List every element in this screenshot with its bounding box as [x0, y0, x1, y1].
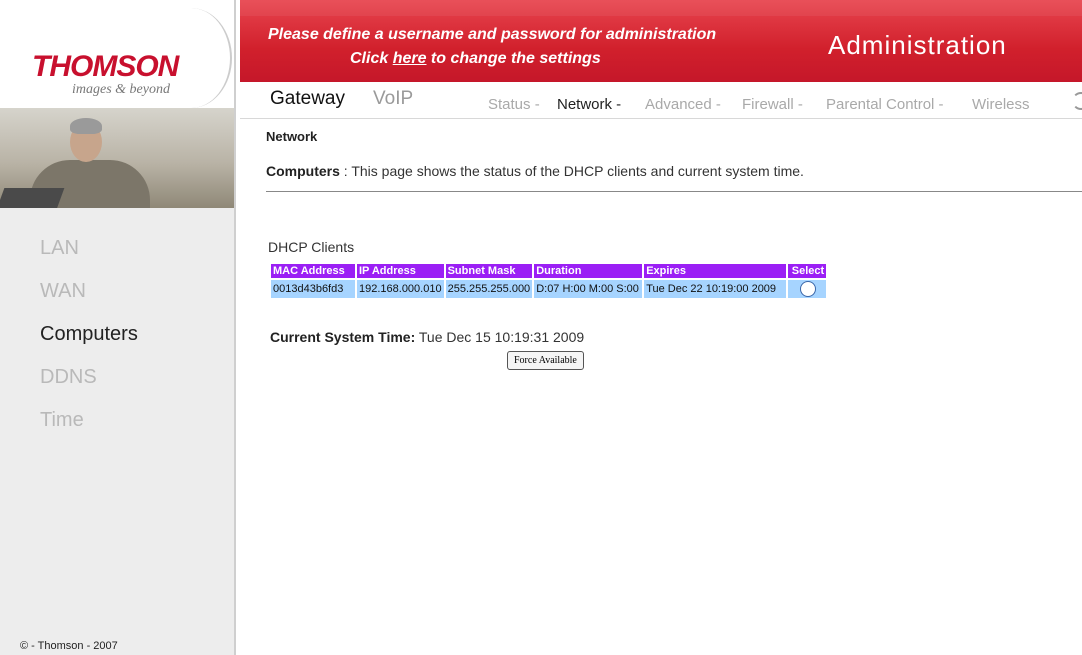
sidebar: THOMSON images & beyond LAN WAN Computer…: [0, 0, 235, 655]
cell-duration: D:07 H:00 M:00 S:00: [534, 280, 643, 298]
sidebar-item-computers[interactable]: Computers: [40, 322, 138, 365]
side-nav: LAN WAN Computers DDNS Time: [40, 236, 138, 451]
photo-hair: [70, 118, 102, 134]
sidebar-item-wan[interactable]: WAN: [40, 279, 138, 322]
banner-message: Please define a username and password fo…: [268, 26, 717, 43]
system-time-label: Current System Time:: [270, 329, 416, 345]
photo-laptop: [0, 188, 65, 208]
dhcp-clients-table: MAC Address IP Address Subnet Mask Durat…: [269, 262, 828, 300]
col-mac-address: MAC Address: [271, 264, 355, 278]
system-time: Current System Time: Tue Dec 15 10:19:31…: [270, 329, 584, 345]
cell-select: [788, 280, 827, 298]
cell-mac-address: 0013d43b6fd3: [271, 280, 355, 298]
logo-tagline: images & beyond: [72, 82, 170, 97]
logo-block: THOMSON images & beyond: [0, 0, 235, 108]
thomson-logo: THOMSON: [32, 50, 179, 83]
banner-shine: [240, 0, 1082, 16]
table-header-row: MAC Address IP Address Subnet Mask Durat…: [271, 264, 827, 278]
section-title: Administration: [828, 30, 1007, 60]
banner-suffix: to change the settings: [426, 50, 601, 67]
here-link[interactable]: here: [393, 50, 427, 67]
refresh-icon[interactable]: [1072, 92, 1082, 110]
tab-gateway[interactable]: Gateway: [270, 88, 345, 110]
menu-firewall[interactable]: Firewall -: [742, 96, 803, 113]
header-photo: [0, 108, 235, 208]
divider: [266, 191, 1082, 192]
system-time-value: Tue Dec 15 10:19:31 2009: [418, 329, 585, 345]
col-expires: Expires: [644, 264, 787, 278]
banner-link-line: Click here to change the settings: [350, 50, 601, 68]
dhcp-clients-title: DHCP Clients: [268, 239, 355, 255]
cell-expires: Tue Dec 22 10:19:00 2009: [644, 280, 787, 298]
force-available-button[interactable]: Force Available: [507, 351, 584, 370]
sidebar-item-ddns[interactable]: DDNS: [40, 365, 138, 408]
col-ip-address: IP Address: [357, 264, 444, 278]
col-subnet-mask: Subnet Mask: [445, 264, 533, 278]
cell-subnet-mask: 255.255.255.000: [445, 280, 533, 298]
menu-advanced[interactable]: Advanced -: [645, 96, 721, 113]
select-radio[interactable]: [800, 281, 817, 297]
sidebar-divider: [234, 0, 236, 655]
page-description: Computers : This page shows the status o…: [266, 163, 804, 179]
banner-prefix: Click: [350, 50, 393, 67]
menu-network[interactable]: Network -: [557, 96, 621, 113]
table-row: 0013d43b6fd3 192.168.000.010 255.255.255…: [271, 280, 827, 298]
col-duration: Duration: [534, 264, 643, 278]
desc-text: This page shows the status of the DHCP c…: [351, 163, 804, 179]
page-title: Network: [266, 129, 318, 144]
menu-wireless[interactable]: Wireless: [972, 96, 1030, 113]
tab-voip[interactable]: VoIP: [373, 88, 413, 110]
copyright: © - Thomson - 2007: [20, 640, 118, 652]
menu-status[interactable]: Status -: [488, 96, 540, 113]
sidebar-item-lan[interactable]: LAN: [40, 236, 138, 279]
banner: Please define a username and password fo…: [240, 0, 1082, 82]
menu-parental-control[interactable]: Parental Control -: [826, 96, 944, 113]
sidebar-item-time[interactable]: Time: [40, 408, 138, 451]
col-select: Select: [788, 264, 827, 278]
menu-bar: Gateway VoIP Status - Network - Advanced…: [240, 82, 1082, 119]
desc-label: Computers: [266, 163, 340, 179]
desc-separator: :: [339, 163, 352, 179]
cell-ip-address: 192.168.000.010: [357, 280, 444, 298]
